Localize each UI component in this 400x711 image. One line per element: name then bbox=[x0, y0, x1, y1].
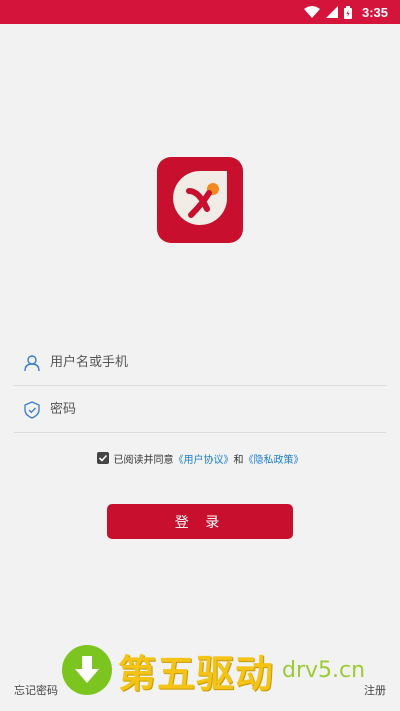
agreement-conjunction: 和 bbox=[233, 454, 244, 466]
agreement-prefix: 已阅读并同意 bbox=[113, 454, 174, 466]
agreement-checkbox[interactable] bbox=[96, 452, 109, 464]
status-bar: 3:35 bbox=[0, 0, 400, 24]
forgot-password-link[interactable]: 忘记密码 bbox=[14, 682, 58, 698]
watermark: 第五驱动 drv5.cn bbox=[62, 640, 392, 700]
login-button[interactable]: 登 录 bbox=[107, 504, 293, 539]
wifi-icon bbox=[303, 6, 320, 18]
password-input[interactable] bbox=[50, 387, 386, 432]
download-arrow-icon bbox=[62, 645, 112, 695]
app-logo bbox=[157, 157, 243, 243]
password-field bbox=[14, 387, 386, 433]
watermark-main-text: 第五驱动 bbox=[118, 651, 275, 696]
user-icon bbox=[22, 353, 42, 373]
battery-icon bbox=[343, 5, 352, 19]
shield-icon bbox=[22, 400, 42, 420]
agreement-row: 已阅读并同意 《用户协议》 和 《隐私政策》 bbox=[0, 448, 400, 468]
register-link[interactable]: 注册 bbox=[364, 682, 386, 698]
user-agreement-link[interactable]: 《用户协议》 bbox=[174, 451, 234, 466]
privacy-policy-link[interactable]: 《隐私政策》 bbox=[244, 451, 304, 466]
username-field bbox=[14, 340, 386, 386]
signal-icon bbox=[325, 6, 338, 18]
username-input[interactable] bbox=[50, 340, 386, 385]
watermark-domain: drv5.cn bbox=[282, 657, 366, 683]
status-time: 3:35 bbox=[361, 4, 388, 20]
